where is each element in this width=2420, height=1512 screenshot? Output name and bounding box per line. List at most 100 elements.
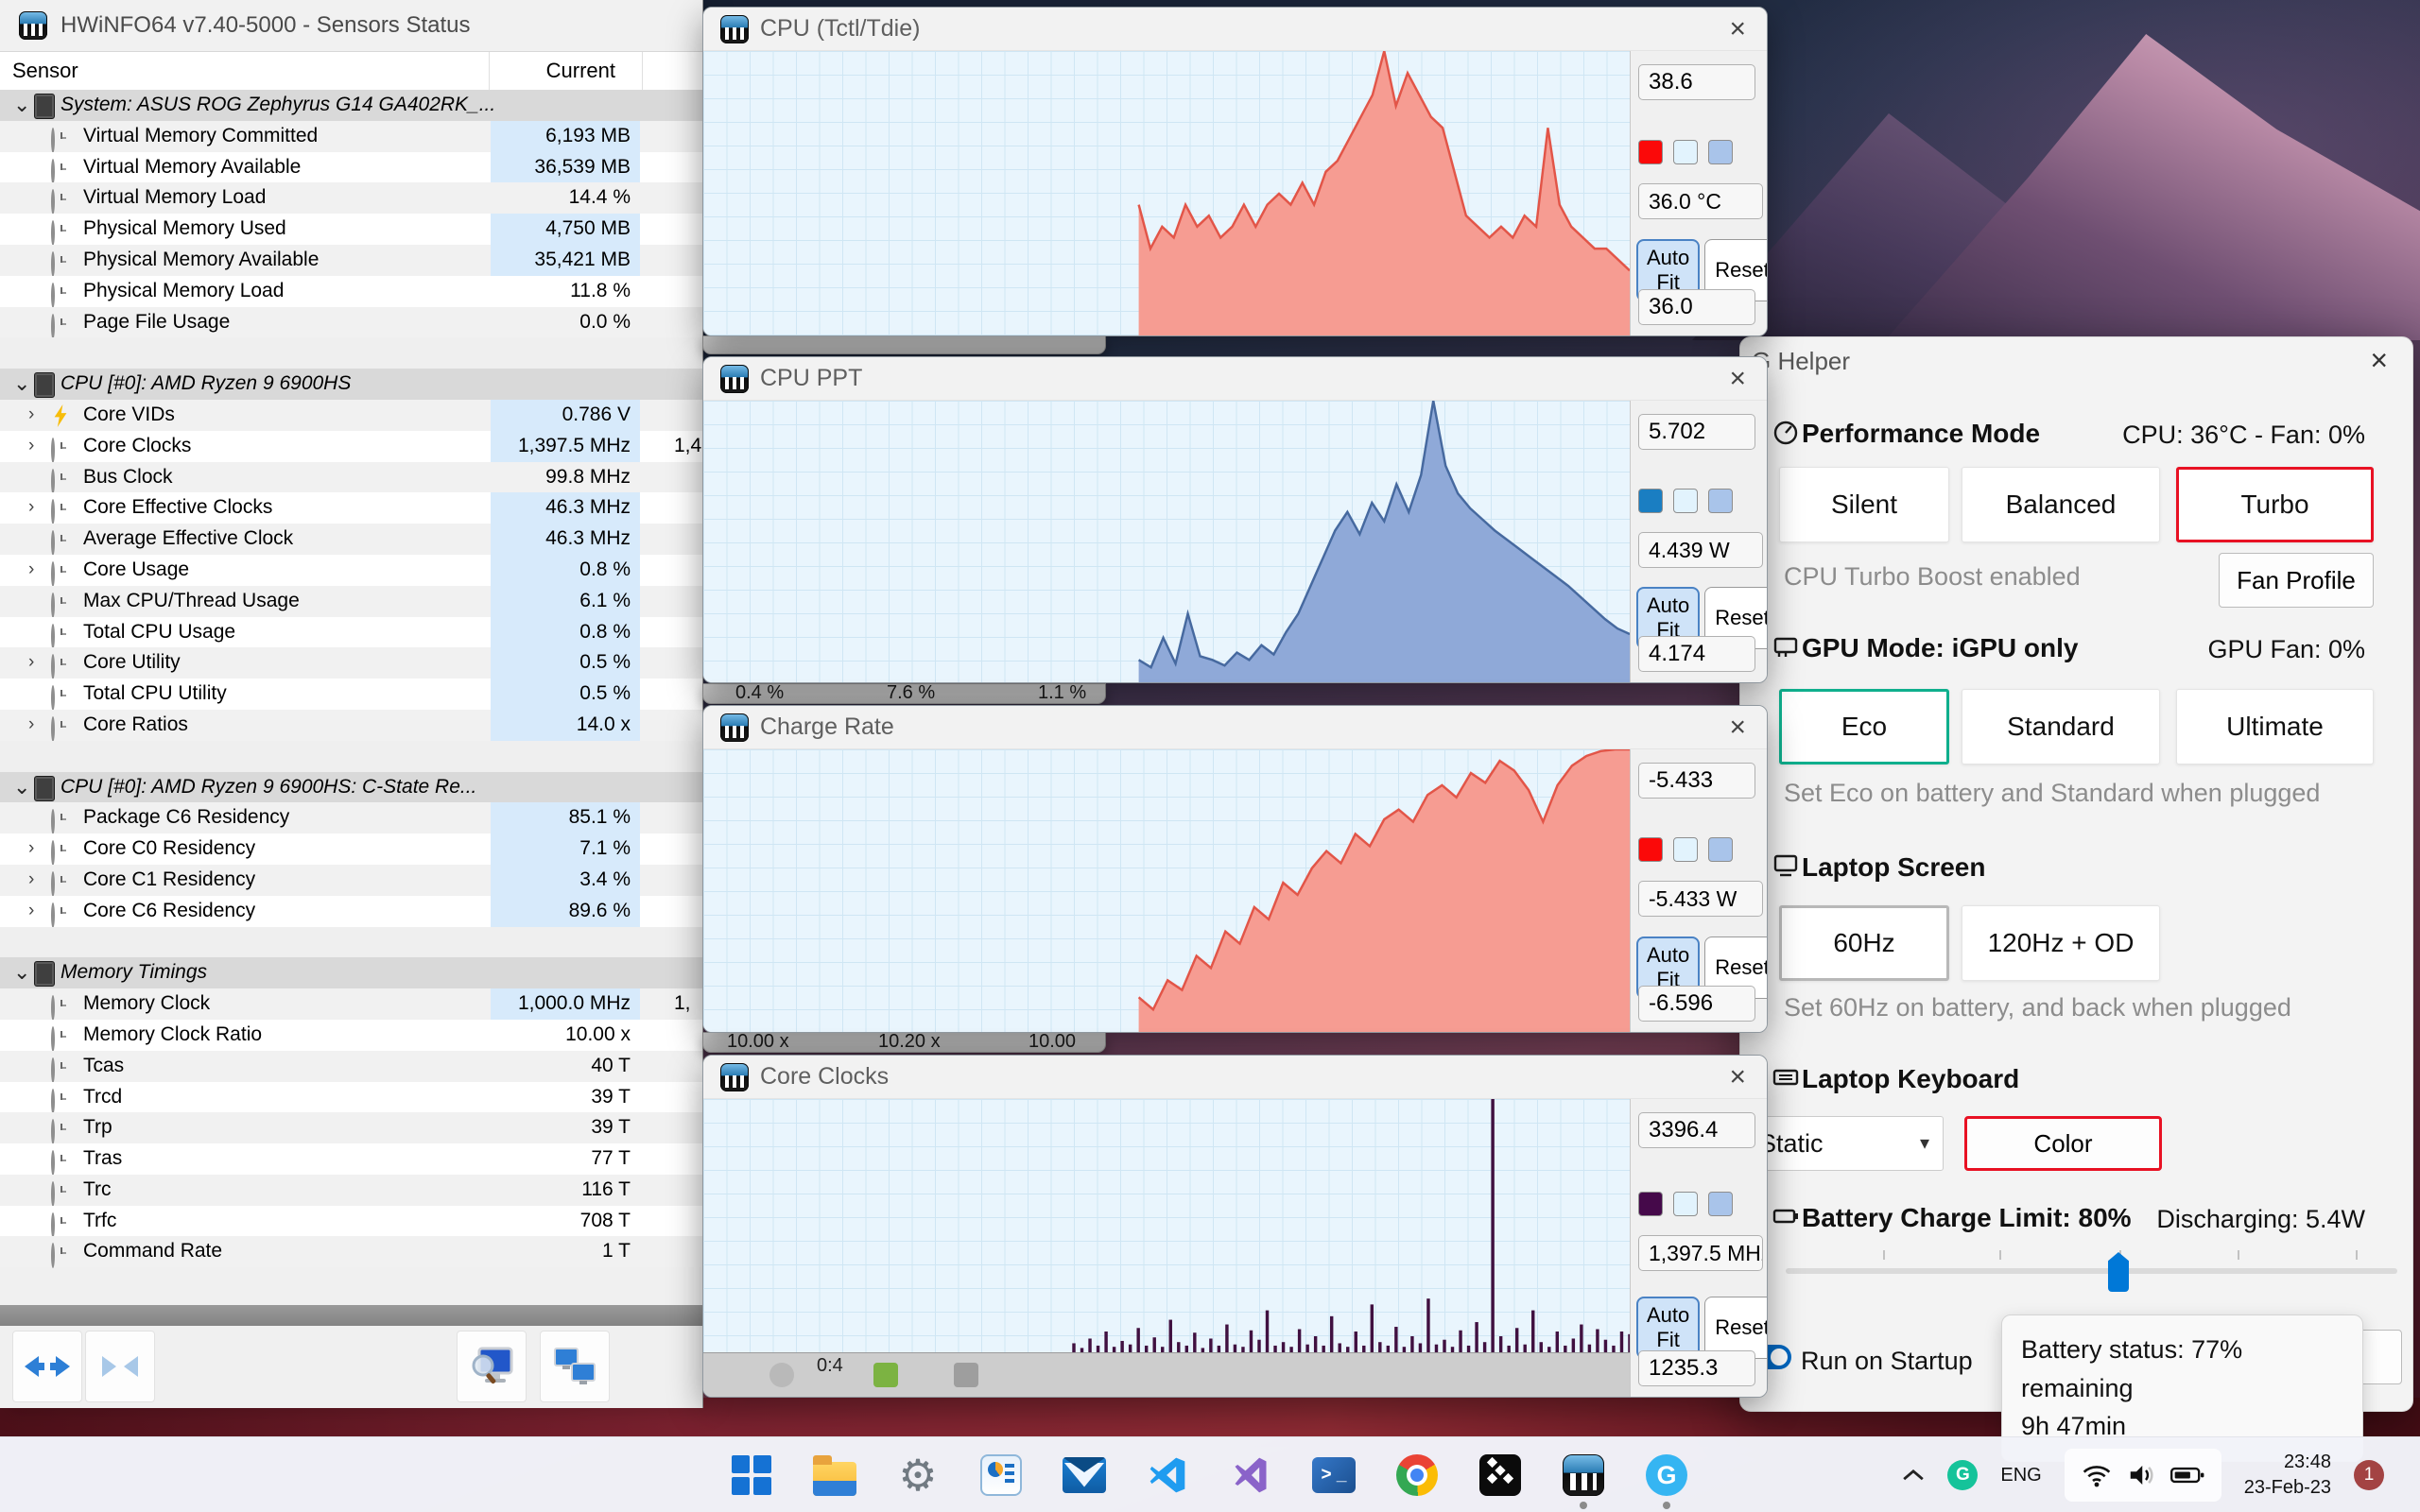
tidal-icon[interactable] [1470,1445,1530,1505]
chevron-down-icon[interactable]: ⌄ [13,369,34,400]
graph-titlebar[interactable]: Charge Rate × [703,706,1767,749]
sensor-row[interactable]: Command Rate 1 T [0,1236,702,1269]
graph-titlebar[interactable]: CPU (Tctl/Tdie) × [703,8,1767,51]
chevron-right-icon[interactable]: › [28,710,49,741]
sensor-row[interactable]: › Core Clocks 1,397.5 MHz 1,4 [0,430,702,463]
task-manager-icon[interactable] [971,1445,1031,1505]
sensor-row[interactable]: › Core Utility 0.5 % [0,647,702,680]
g-helper-icon[interactable]: G [1636,1445,1697,1505]
background-window-strip[interactable] [702,335,1106,354]
eco-gpu-button[interactable]: Eco [1779,689,1949,765]
column-current[interactable]: Current [491,59,615,83]
start-icon[interactable] [721,1445,782,1505]
auto-fit-button[interactable]: Auto Fit [1636,1296,1701,1359]
sensor-row[interactable]: Tras 77 T [0,1143,702,1177]
background-color-swatch[interactable] [1673,1191,1698,1216]
sensor-row[interactable]: › Core C1 Residency 3.4 % [0,864,702,897]
hwinfo-scroll-divider[interactable] [0,1305,702,1326]
series-color-swatch[interactable] [1638,1191,1663,1216]
grid-color-swatch[interactable] [1708,488,1733,513]
expand-columns-button[interactable] [12,1331,82,1402]
sensor-row[interactable]: › Core VIDs 0.786 V [0,399,702,431]
chevron-right-icon[interactable]: › [28,833,49,865]
series-color-swatch[interactable] [1638,488,1663,513]
sensor-group-header[interactable]: ⌄ System: ASUS ROG Zephyrus G14 GA402RK_.… [0,90,702,121]
sensor-group-header[interactable]: ⌄ CPU [#0]: AMD Ryzen 9 6900HS: C-State R… [0,771,702,803]
grid-color-swatch[interactable] [1708,1191,1733,1216]
balanced-mode-button[interactable]: Balanced [1962,467,2160,542]
series-color-swatch[interactable] [1638,139,1663,164]
sensor-row[interactable]: Tcas 40 T [0,1050,702,1083]
sensor-row[interactable]: › Core Usage 0.8 % [0,554,702,587]
file-explorer-icon[interactable] [804,1445,865,1505]
keyboard-color-button[interactable]: Color [1964,1116,2162,1171]
sensor-row[interactable]: Memory Clock 1,000.0 MHz 1, [0,988,702,1022]
battery-limit-slider-track[interactable] [1786,1268,2397,1274]
close-icon[interactable]: × [2370,343,2388,378]
sensor-row[interactable]: Package C6 Residency 85.1 % [0,802,702,835]
collapse-columns-button[interactable] [85,1331,155,1402]
find-on-screen-button[interactable] [457,1331,527,1402]
sensor-row[interactable]: › Core Effective Clocks 46.3 MHz [0,492,702,525]
chevron-right-icon[interactable]: › [28,492,49,524]
chevron-right-icon[interactable]: › [28,896,49,927]
sensor-row[interactable]: Physical Memory Available 35,421 MB [0,244,702,277]
language-indicator[interactable]: ENG [2000,1465,2041,1486]
sensor-row[interactable]: Virtual Memory Load 14.4 % [0,182,702,215]
chevron-down-icon[interactable]: ⌄ [13,90,34,121]
chevron-right-icon[interactable]: › [28,865,49,896]
grid-color-swatch[interactable] [1708,139,1733,164]
sensor-row[interactable]: Trfc 708 T [0,1205,702,1238]
sensor-row[interactable]: Memory Clock Ratio 10.00 x [0,1019,702,1052]
hwinfo64-icon[interactable] [1553,1445,1614,1505]
sensor-row[interactable]: Trc 116 T [0,1174,702,1207]
system-tray-pill[interactable] [2064,1449,2221,1502]
sensor-group-header[interactable]: ⌄ CPU [#0]: AMD Ryzen 9 6900HS [0,369,702,400]
background-window-strip[interactable]: 0.4 % 7.6 % 1.1 % [702,682,1106,704]
hwinfo-titlebar[interactable]: HWiNFO64 v7.40-5000 - Sensors Status [0,0,702,51]
battery-limit-slider-thumb[interactable] [2108,1252,2129,1292]
sensor-row[interactable]: Average Effective Clock 46.3 MHz [0,524,702,557]
sensor-row[interactable]: Physical Memory Used 4,750 MB [0,214,702,247]
background-color-swatch[interactable] [1673,139,1698,164]
sensor-row[interactable]: Page File Usage 0.0 % [0,306,702,339]
notification-badge[interactable]: 1 [2354,1460,2384,1490]
remote-monitors-button[interactable] [540,1331,610,1402]
keyboard-backlight-dropdown[interactable]: Static ▾ [1745,1116,1944,1171]
sensor-row[interactable]: › Core C6 Residency 89.6 % [0,895,702,928]
ultimate-gpu-button[interactable]: Ultimate [2176,689,2374,765]
close-icon[interactable]: × [1725,363,1750,395]
column-sensor[interactable]: Sensor [12,59,78,83]
tray-chevron-up-icon[interactable] [1902,1469,1925,1482]
chevron-right-icon[interactable]: › [28,431,49,462]
graph-titlebar[interactable]: CPU PPT × [703,357,1767,401]
visual-studio-icon[interactable] [1220,1445,1281,1505]
sensor-row[interactable]: Physical Memory Load 11.8 % [0,275,702,308]
sensor-row[interactable]: Total CPU Usage 0.8 % [0,616,702,649]
background-color-swatch[interactable] [1673,488,1698,513]
close-icon[interactable]: × [1725,712,1750,744]
sensor-row[interactable]: › Core C0 Residency 7.1 % [0,833,702,867]
turbo-mode-button[interactable]: Turbo [2176,467,2374,542]
standard-gpu-button[interactable]: Standard [1962,689,2160,765]
vscode-icon[interactable] [1137,1445,1198,1505]
sensor-row[interactable]: Trcd 39 T [0,1081,702,1114]
fan-profile-button[interactable]: Fan Profile [2219,553,2374,608]
120hz-od-button[interactable]: 120Hz + OD [1962,905,2160,981]
chevron-down-icon[interactable]: ⌄ [13,957,34,988]
chevron-right-icon[interactable]: › [28,400,49,431]
silent-mode-button[interactable]: Silent [1779,467,1949,542]
series-color-swatch[interactable] [1638,837,1663,862]
clock[interactable]: 23:48 23-Feb-23 [2244,1450,2331,1501]
graph-titlebar[interactable]: Core Clocks × [703,1056,1767,1099]
sensor-row[interactable]: Trp 39 T [0,1112,702,1145]
grammarly-tray-icon[interactable]: G [1947,1460,1979,1490]
sensor-row[interactable]: Max CPU/Thread Usage 6.1 % [0,585,702,618]
sensor-group-header[interactable]: ⌄ Memory Timings [0,957,702,989]
powershell-icon[interactable] [1304,1445,1364,1505]
sensor-row[interactable]: › Core Ratios 14.0 x [0,709,702,742]
close-icon[interactable]: × [1725,13,1750,45]
settings-icon[interactable]: ⚙ [888,1445,948,1505]
sensor-row[interactable]: Virtual Memory Committed 6,193 MB [0,120,702,153]
60hz-button[interactable]: 60Hz [1779,905,1949,981]
